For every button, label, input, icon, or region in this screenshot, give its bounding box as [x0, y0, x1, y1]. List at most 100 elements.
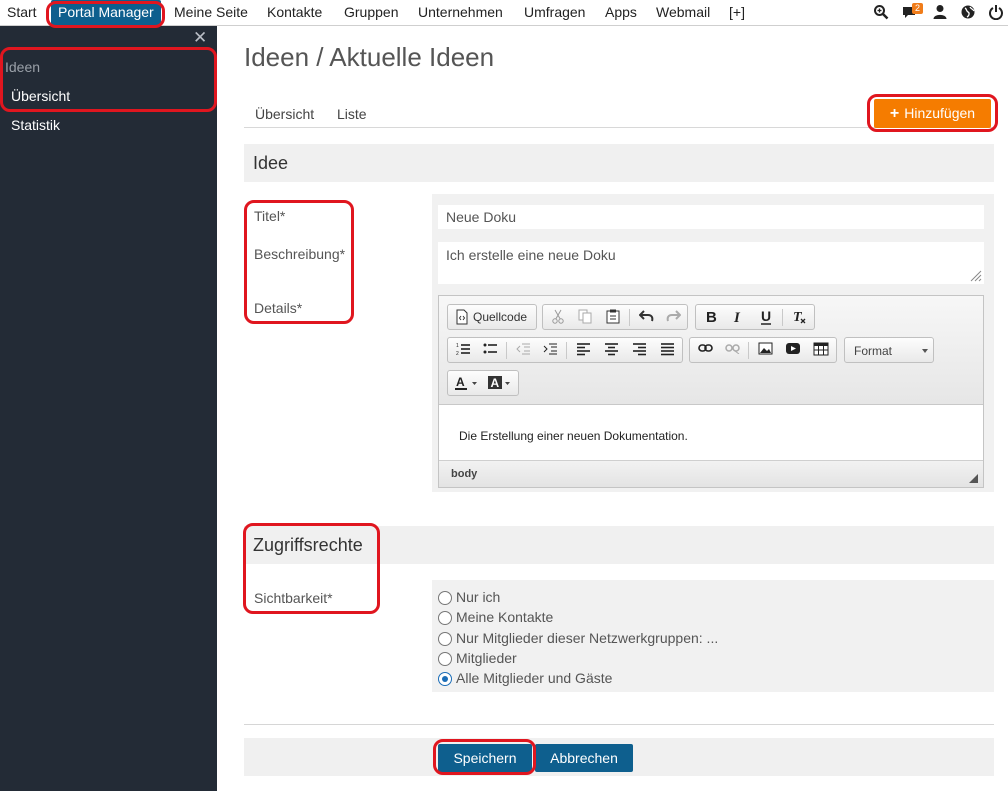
- editor-toolbar: Quellcode B I U T 12 Format A A: [439, 296, 983, 405]
- radio-button[interactable]: [438, 632, 452, 646]
- align-left-icon[interactable]: [572, 341, 594, 360]
- paste-icon[interactable]: [602, 308, 624, 327]
- align-center-icon[interactable]: [600, 341, 622, 360]
- colors-group: A A: [447, 370, 519, 396]
- source-group: Quellcode: [447, 304, 537, 330]
- copy-icon[interactable]: [574, 308, 596, 327]
- resize-grip-icon[interactable]: [968, 268, 982, 282]
- redo-icon[interactable]: [662, 308, 684, 327]
- nav-item-kontakte[interactable]: Kontakte: [267, 0, 322, 25]
- plus-icon: +: [889, 105, 900, 122]
- video-icon[interactable]: [782, 341, 804, 360]
- add-button-label: Hinzufügen: [904, 105, 976, 121]
- title-input[interactable]: [438, 205, 984, 229]
- radio-button[interactable]: [438, 652, 452, 666]
- section-header-access: Zugriffsrechte: [244, 526, 994, 564]
- nav-item-meine-seite[interactable]: Meine Seite: [174, 0, 248, 25]
- radio-button[interactable]: [438, 611, 452, 625]
- sidebar-item-statistik[interactable]: Statistik: [11, 117, 60, 133]
- power-icon[interactable]: [988, 4, 1006, 22]
- editor-statusbar: body: [439, 460, 983, 487]
- nav-item-webmail[interactable]: Webmail: [656, 0, 710, 25]
- description-textarea[interactable]: Ich erstelle eine neue Doku: [438, 242, 984, 284]
- toolbar-separator: [506, 342, 507, 359]
- source-code-icon[interactable]: [451, 308, 473, 327]
- italic-icon[interactable]: I: [727, 308, 749, 327]
- align-right-icon[interactable]: [628, 341, 650, 360]
- editor-resize-icon[interactable]: [969, 474, 978, 483]
- underline-icon[interactable]: U: [755, 308, 777, 327]
- footer-divider: [244, 724, 994, 725]
- save-button[interactable]: Speichern: [438, 744, 532, 772]
- basic-styles-group: B I U T: [695, 304, 815, 330]
- nav-item-add[interactable]: [+]: [729, 0, 745, 25]
- bulleted-list-icon[interactable]: [479, 341, 501, 360]
- description-label: Beschreibung*: [254, 246, 346, 262]
- format-dropdown[interactable]: Format: [844, 337, 934, 363]
- radio-button[interactable]: [438, 591, 452, 605]
- paragraph-group: 12: [447, 337, 683, 363]
- top-navigation: Start Portal Manager Meine Seite Kontakt…: [0, 0, 1008, 26]
- svg-text:I: I: [733, 310, 741, 324]
- clipboard-group: [542, 304, 688, 330]
- format-dropdown-label: Format: [854, 344, 893, 358]
- svg-text:2: 2: [456, 351, 459, 356]
- svg-text:1: 1: [456, 343, 459, 349]
- background-color-icon[interactable]: A: [486, 374, 516, 393]
- svg-text:A: A: [491, 376, 500, 390]
- sidebar-item-uebersicht[interactable]: Übersicht: [11, 88, 70, 104]
- editor-content-area[interactable]: Die Erstellung einer neuen Dokumentation…: [439, 406, 983, 460]
- search-zoom-icon[interactable]: [873, 4, 891, 22]
- notification-badge: 2: [912, 3, 924, 14]
- tab-uebersicht[interactable]: Übersicht: [255, 106, 314, 122]
- link-icon[interactable]: [694, 341, 716, 360]
- indent-icon[interactable]: [539, 341, 561, 360]
- align-justify-icon[interactable]: [656, 341, 678, 360]
- details-label: Details*: [254, 300, 303, 316]
- sidebar: ✕ Ideen Übersicht Statistik: [0, 26, 217, 791]
- globe-icon[interactable]: [960, 4, 978, 22]
- toolbar-separator: [566, 342, 567, 359]
- section-title-idea: Idee: [253, 153, 289, 173]
- table-icon[interactable]: [810, 341, 832, 360]
- nav-item-unternehmen[interactable]: Unternehmen: [418, 0, 503, 25]
- unlink-icon[interactable]: [721, 341, 743, 360]
- tab-liste[interactable]: Liste: [337, 106, 367, 122]
- text-color-icon[interactable]: A: [452, 374, 482, 393]
- svg-text:A: A: [456, 375, 465, 389]
- editor-element-path[interactable]: body: [451, 468, 477, 480]
- undo-icon[interactable]: [635, 308, 657, 327]
- toolbar-separator: [748, 342, 749, 359]
- rich-text-editor: Quellcode B I U T 12 Format A A Die Erst…: [438, 295, 984, 488]
- title-label: Titel*: [254, 208, 286, 224]
- svg-text:U: U: [761, 309, 771, 324]
- nav-item-umfragen[interactable]: Umfragen: [524, 0, 585, 25]
- outdent-icon[interactable]: [512, 341, 534, 360]
- source-button[interactable]: Quellcode: [473, 310, 527, 324]
- remove-format-icon[interactable]: T: [788, 308, 810, 327]
- svg-text:B: B: [706, 309, 717, 324]
- toolbar-separator: [782, 309, 783, 326]
- image-icon[interactable]: [754, 341, 776, 360]
- radio-button-selected[interactable]: [438, 672, 452, 686]
- sidebar-heading: Ideen: [5, 59, 41, 75]
- section-title-access: Zugriffsrechte: [253, 535, 363, 555]
- nav-item-gruppen[interactable]: Gruppen: [344, 0, 398, 25]
- bold-icon[interactable]: B: [700, 308, 722, 327]
- cancel-button[interactable]: Abbrechen: [535, 744, 633, 772]
- page-title: Ideen / Aktuelle Ideen: [244, 42, 495, 72]
- user-icon[interactable]: [932, 4, 950, 22]
- close-icon[interactable]: ✕: [193, 28, 207, 48]
- cut-icon[interactable]: [547, 308, 569, 327]
- numbered-list-icon[interactable]: 12: [452, 341, 474, 360]
- nav-item-portal-manager[interactable]: Portal Manager: [51, 0, 161, 25]
- add-button[interactable]: + Hinzufügen: [874, 99, 991, 128]
- section-header-idea: Idee: [244, 144, 994, 182]
- visibility-label: Sichtbarkeit*: [254, 590, 333, 606]
- insert-group: [689, 337, 837, 363]
- nav-item-start[interactable]: Start: [7, 0, 37, 25]
- editor-content-text: Die Erstellung einer neuen Dokumentation…: [459, 429, 688, 443]
- toolbar-separator: [629, 309, 630, 326]
- nav-item-apps[interactable]: Apps: [605, 0, 637, 25]
- chevron-down-icon: [922, 349, 928, 353]
